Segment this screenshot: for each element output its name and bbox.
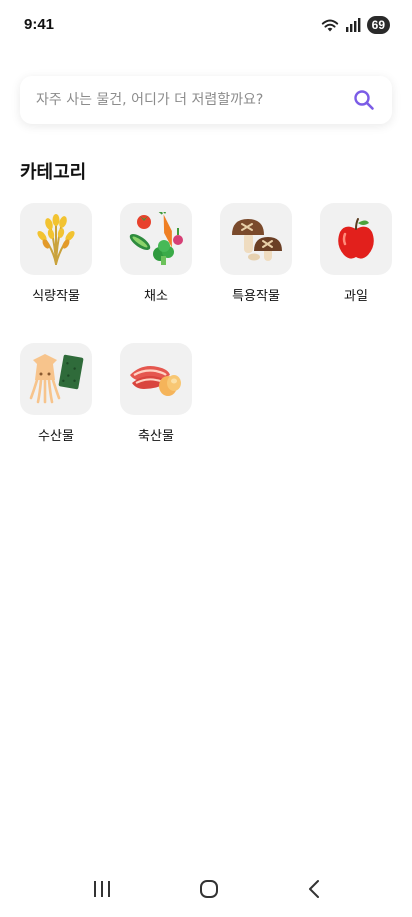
home-button[interactable] bbox=[193, 876, 225, 902]
category-label: 특용작물 bbox=[232, 289, 280, 304]
apple-icon bbox=[338, 218, 374, 259]
app-screen: 9:41 69 카테고리 bbox=[0, 0, 412, 917]
category-tile[interactable] bbox=[120, 343, 192, 415]
home-icon bbox=[200, 880, 218, 898]
status-icons: 69 bbox=[321, 16, 390, 34]
vegetable-icon bbox=[129, 212, 183, 265]
category-item-livestock[interactable]: 축산물 bbox=[120, 343, 192, 444]
category-tile[interactable] bbox=[220, 203, 292, 275]
category-label: 채소 bbox=[144, 289, 168, 304]
category-label: 수산물 bbox=[38, 429, 74, 444]
signal-icon bbox=[345, 18, 361, 32]
mushroom-icon bbox=[232, 219, 282, 261]
wifi-icon bbox=[321, 19, 338, 31]
system-nav-bar bbox=[0, 868, 412, 912]
category-label: 과일 bbox=[344, 289, 368, 304]
category-label: 식량작물 bbox=[32, 289, 80, 304]
recent-apps-button[interactable] bbox=[86, 876, 118, 902]
status-bar: 9:41 69 bbox=[0, 0, 412, 50]
recent-apps-icon bbox=[94, 881, 110, 897]
category-title: 카테고리 bbox=[20, 162, 87, 183]
status-time: 9:41 bbox=[24, 16, 55, 33]
category-tile[interactable] bbox=[20, 203, 92, 275]
category-tile[interactable] bbox=[120, 203, 192, 275]
category-item-special[interactable]: 특용작물 bbox=[220, 203, 292, 304]
meat-icon bbox=[130, 366, 181, 396]
squid-icon bbox=[29, 354, 84, 404]
search-input[interactable] bbox=[20, 76, 352, 124]
search-bar[interactable] bbox=[20, 76, 392, 124]
category-item-vegetable[interactable]: 채소 bbox=[120, 203, 192, 304]
category-tile[interactable] bbox=[320, 203, 392, 275]
battery-icon: 69 bbox=[366, 16, 390, 34]
back-button[interactable] bbox=[298, 876, 330, 902]
grain-icon bbox=[37, 214, 75, 265]
category-tile[interactable] bbox=[20, 343, 92, 415]
category-item-fruit[interactable]: 과일 bbox=[320, 203, 392, 304]
back-icon bbox=[309, 880, 319, 898]
search-icon[interactable] bbox=[352, 88, 376, 112]
category-label: 축산물 bbox=[138, 429, 174, 444]
category-item-grain[interactable]: 식량작물 bbox=[20, 203, 92, 304]
category-item-seafood[interactable]: 수산물 bbox=[20, 343, 92, 444]
